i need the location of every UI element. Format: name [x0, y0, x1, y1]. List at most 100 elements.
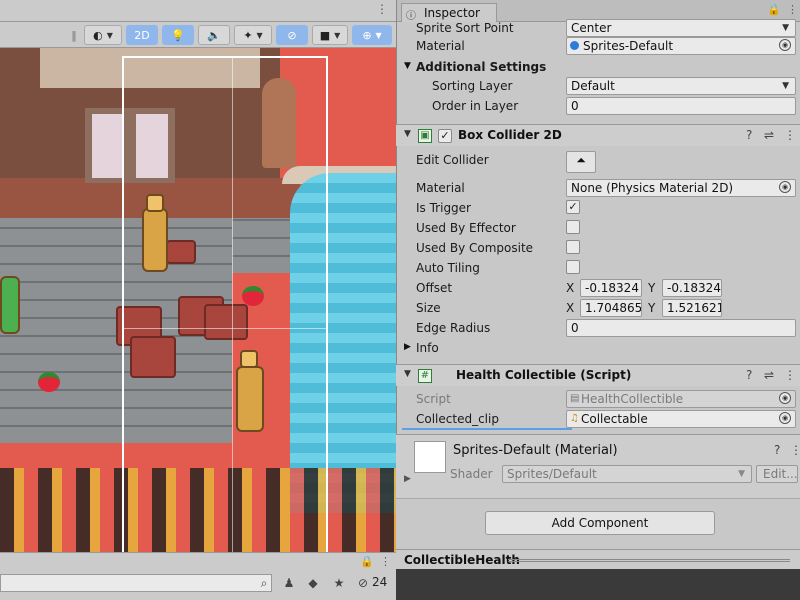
collider-material-field[interactable]: None (Physics Material 2D) ◉ [566, 179, 796, 197]
effects-dropdown[interactable]: ✦ ▼ [234, 25, 272, 45]
object-picker-icon[interactable]: ◉ [779, 181, 791, 193]
offset-y-axis-label[interactable]: Y [648, 281, 655, 295]
health-collectible-header[interactable]: ▼ # Health Collectible (Script) ? ⇌ ⋮ [396, 364, 800, 386]
material-label: Material [416, 39, 465, 53]
light-bulb-icon: 💡 [171, 28, 185, 42]
resize-grip[interactable] [508, 559, 790, 562]
sprite-sort-point-dropdown[interactable]: Center ▼ [566, 19, 796, 37]
offset-x-axis-label[interactable]: X [566, 281, 574, 295]
object-picker-icon[interactable]: ◉ [779, 412, 791, 424]
console-search-input[interactable] [0, 574, 272, 592]
kebab-menu-icon[interactable]: ⋮ [380, 555, 391, 568]
scene-toolbar: ‖ ◐ ▼ 2D 💡 🔈 ✦ ▼ ⊘ ■ ▼ ⊕ ▼ [0, 22, 396, 48]
selection-guide [122, 328, 328, 329]
script-file-icon: ▤ [570, 393, 580, 404]
sorting-layer-dropdown[interactable]: Default ▼ [566, 77, 796, 95]
gizmo-icon: ⊕ [362, 28, 372, 42]
hidden-packages-icon[interactable]: ⊘ [356, 574, 370, 592]
edge-radius-row: Edge Radius 0 [396, 318, 800, 338]
kebab-menu-icon[interactable]: ⋮ [376, 3, 388, 15]
info-row[interactable]: ▶ Info [396, 338, 800, 358]
foldout-open-icon[interactable]: ▼ [404, 129, 411, 139]
offset-row: Offset X -0.18324 Y -0.18324 [396, 278, 800, 298]
auto-tiling-row: Auto Tiling [396, 258, 800, 278]
shading-mode-dropdown[interactable]: ◐ ▼ [84, 25, 122, 45]
used-by-composite-checkbox[interactable] [566, 240, 580, 254]
preview-area [396, 569, 800, 600]
preview-titlebar[interactable]: CollectibleHealth [396, 549, 800, 569]
gizmos-dropdown[interactable]: ⊕ ▼ [352, 25, 392, 45]
size-x-axis-label[interactable]: X [566, 301, 574, 315]
lighting-toggle-button[interactable]: 💡 [162, 25, 194, 45]
audio-clip-icon: ♫ [570, 413, 579, 424]
help-icon[interactable]: ? [746, 368, 752, 382]
strawberry-collectible[interactable] [38, 372, 60, 392]
presets-icon[interactable]: ⇌ [764, 368, 774, 382]
kebab-menu-icon[interactable]: ⋮ [784, 128, 796, 142]
health-collectible-title: Health Collectible (Script) [456, 368, 632, 382]
shader-label: Shader [450, 467, 493, 481]
toggle-2d-button[interactable]: 2D [126, 25, 158, 45]
size-x-input[interactable]: 1.704865 [580, 299, 642, 317]
auto-tiling-checkbox[interactable] [566, 260, 580, 274]
help-icon[interactable]: ? [774, 443, 780, 457]
foldout-open-icon[interactable]: ▼ [404, 61, 411, 71]
selection-guide [232, 56, 233, 552]
edge-radius-input[interactable]: 0 [566, 319, 796, 337]
is-trigger-row: Is Trigger ✓ [396, 198, 800, 218]
search-options-icon[interactable]: ⌕ [256, 574, 272, 592]
collected-clip-value: Collectable [581, 412, 648, 426]
audio-toggle-button[interactable]: 🔈 [198, 25, 230, 45]
additional-settings-label: Additional Settings [416, 60, 547, 74]
size-label: Size [416, 301, 441, 315]
offset-x-input[interactable]: -0.18324 [580, 279, 642, 297]
presets-icon[interactable]: ⇌ [764, 128, 774, 142]
used-by-effector-checkbox[interactable] [566, 220, 580, 234]
scene-view[interactable]: ⋮ ‖ ◐ ▼ 2D 💡 🔈 ✦ ▼ ⊘ ■ ▼ ⊕ ▼ 🔒 ⋮ ⌕ ♟ ◆ ★… [0, 0, 396, 600]
speaker-icon: 🔈 [207, 28, 221, 42]
foldout-closed-icon[interactable]: ▶ [404, 342, 411, 352]
kebab-menu-icon[interactable]: ⋮ [787, 3, 798, 16]
scene-viewport[interactable] [0, 48, 396, 552]
order-in-layer-input[interactable]: 0 [566, 97, 796, 115]
scene-titlebar: ⋮ [0, 0, 396, 22]
chevron-down-icon: ▼ [106, 30, 113, 40]
material-field[interactable]: Sprites-Default ◉ [566, 37, 796, 55]
material-preview[interactable] [414, 441, 446, 473]
box-collider-enabled-checkbox[interactable]: ✓ [438, 129, 452, 143]
kebab-menu-icon[interactable]: ⋮ [790, 443, 800, 457]
script-value: HealthCollectible [581, 392, 684, 406]
used-by-composite-label: Used By Composite [416, 241, 534, 255]
label-tag-icon[interactable]: ◆ [304, 574, 322, 592]
add-component-button[interactable]: Add Component [485, 511, 715, 535]
shader-dropdown: Sprites/Default ▼ [502, 465, 752, 483]
size-y-input[interactable]: 1.521621 [662, 299, 722, 317]
player-sprite[interactable] [0, 276, 20, 334]
filter-by-type-icon[interactable]: ♟ [280, 574, 298, 592]
camera-dropdown[interactable]: ■ ▼ [312, 25, 348, 45]
hidden-packages-count: 24 [372, 575, 388, 589]
script-icon: # [418, 369, 432, 383]
object-picker-icon[interactable]: ◉ [779, 39, 791, 51]
offset-y-input[interactable]: -0.18324 [662, 279, 722, 297]
material-title: Sprites-Default (Material) [453, 443, 618, 458]
edit-collider-button[interactable]: ⏶ [566, 151, 596, 173]
additional-settings-row[interactable]: ▼ Additional Settings [396, 57, 800, 77]
size-y-axis-label[interactable]: Y [648, 301, 655, 315]
chevron-down-icon: ▼ [782, 81, 789, 91]
is-trigger-checkbox[interactable]: ✓ [566, 200, 580, 214]
favorite-star-icon[interactable]: ★ [330, 574, 348, 592]
collider-material-value: None (Physics Material 2D) [571, 181, 734, 195]
help-icon[interactable]: ? [746, 128, 752, 142]
collected-clip-field[interactable]: ♫ Collectable ◉ [566, 410, 796, 428]
lock-icon[interactable]: 🔒 [767, 3, 781, 16]
box-collider-header[interactable]: ▼ ▣ ✓ Box Collider 2D ? ⇌ ⋮ [396, 124, 800, 146]
chevron-down-icon: ▼ [256, 30, 263, 40]
chevron-down-icon: ▼ [738, 469, 745, 479]
drag-handle-icon[interactable]: ‖ [70, 25, 78, 45]
scene-visibility-toggle[interactable]: ⊘ [276, 25, 308, 45]
foldout-closed-icon[interactable]: ▶ [404, 474, 411, 484]
lock-icon[interactable]: 🔒 [360, 555, 374, 568]
foldout-open-icon[interactable]: ▼ [404, 369, 411, 379]
kebab-menu-icon[interactable]: ⋮ [784, 368, 796, 382]
